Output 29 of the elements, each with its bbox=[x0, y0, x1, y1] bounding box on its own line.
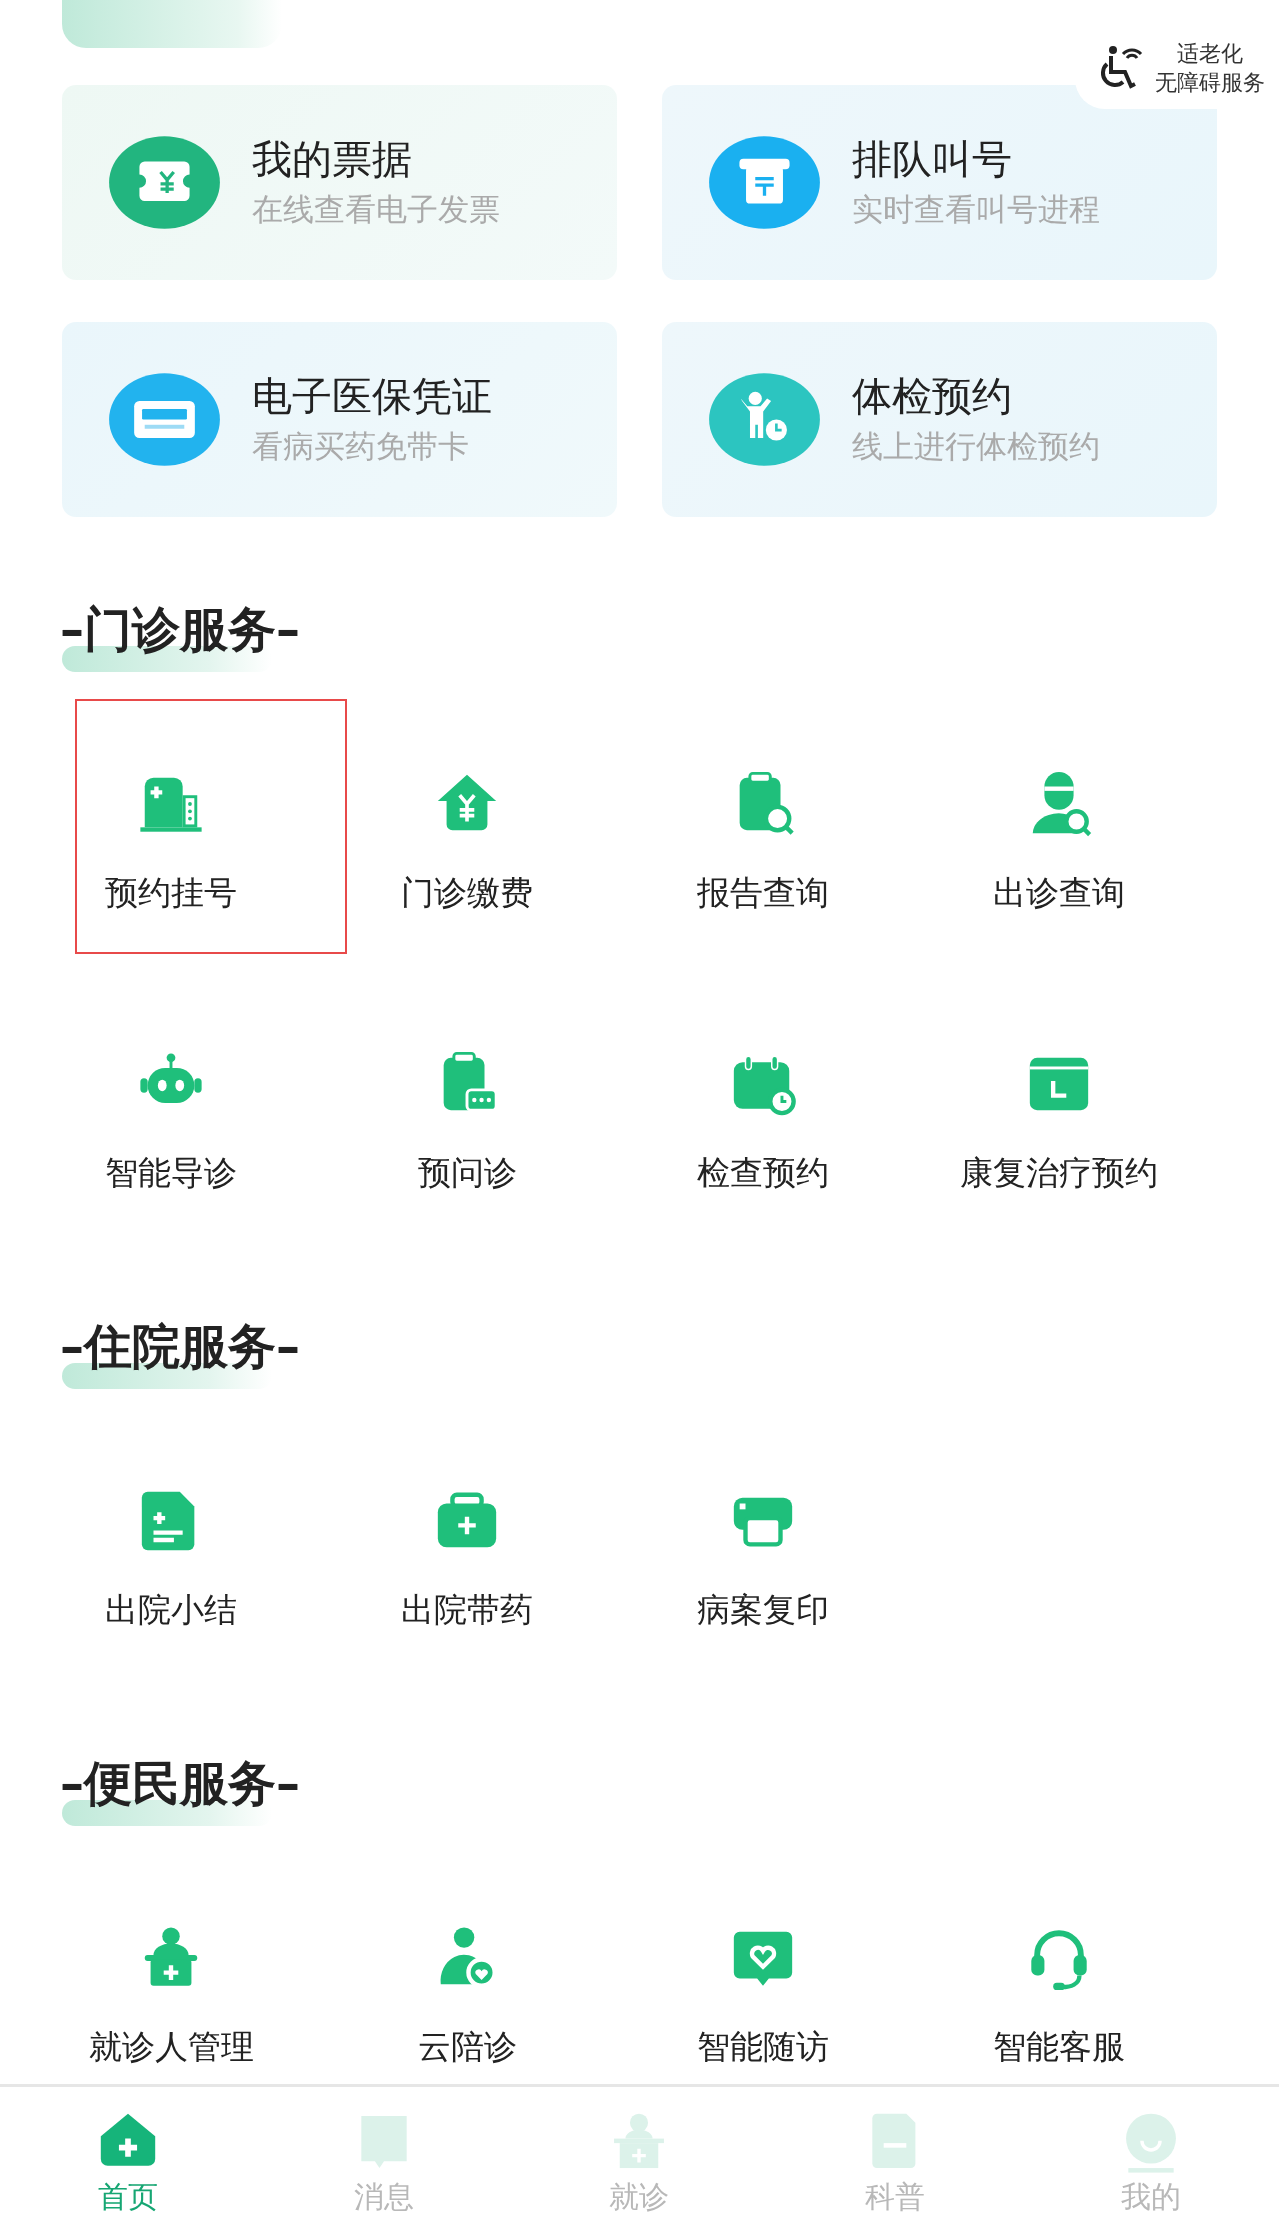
service-card[interactable]: 我的票据 在线查看电子发票 bbox=[62, 85, 617, 280]
service-item[interactable]: 智能导诊 bbox=[75, 979, 347, 1234]
service-item[interactable]: 康复治疗预约 bbox=[963, 979, 1235, 1234]
service-card[interactable]: 体检预约 线上进行体检预约 bbox=[662, 322, 1217, 517]
section-title: –住院服务– bbox=[60, 1318, 301, 1376]
service-item[interactable]: 预问诊 bbox=[371, 979, 643, 1234]
service-item[interactable]: 门诊缴费 bbox=[371, 699, 643, 954]
card-title: 电子医保凭证 bbox=[252, 372, 492, 421]
card-title: 我的票据 bbox=[252, 135, 413, 184]
card-title: 排队叫号 bbox=[852, 135, 1013, 184]
section-title: –门诊服务– bbox=[60, 601, 301, 659]
service-item[interactable]: 病案复印 bbox=[667, 1416, 939, 1671]
card-subtitle: 在线查看电子发票 bbox=[252, 190, 500, 230]
service-item[interactable]: 出院带药 bbox=[371, 1416, 643, 1671]
service-item[interactable]: 检查预约 bbox=[667, 979, 939, 1234]
service-item[interactable]: 预约挂号 bbox=[75, 699, 347, 954]
service-item[interactable]: 报告查询 bbox=[667, 699, 939, 954]
service-card[interactable]: 电子医保凭证 看病买药免带卡 bbox=[62, 322, 617, 517]
service-item[interactable]: 出诊查询 bbox=[963, 699, 1235, 954]
service-item[interactable]: 智能客服 bbox=[963, 1853, 1235, 2084]
card-subtitle: 实时查看叫号进程 bbox=[852, 190, 1100, 230]
card-title: 体检预约 bbox=[852, 372, 1013, 421]
service-item[interactable]: 就诊人管理 bbox=[75, 1853, 347, 2084]
service-item[interactable]: 出院小结 bbox=[75, 1416, 347, 1671]
section-title: –便民服务– bbox=[60, 1755, 301, 1813]
card-subtitle: 线上进行体检预约 bbox=[852, 427, 1100, 467]
card-subtitle: 看病买药免带卡 bbox=[252, 427, 470, 467]
badge-text: 适老化 bbox=[1176, 40, 1244, 68]
service-item[interactable]: 智能随访 bbox=[667, 1853, 939, 2084]
